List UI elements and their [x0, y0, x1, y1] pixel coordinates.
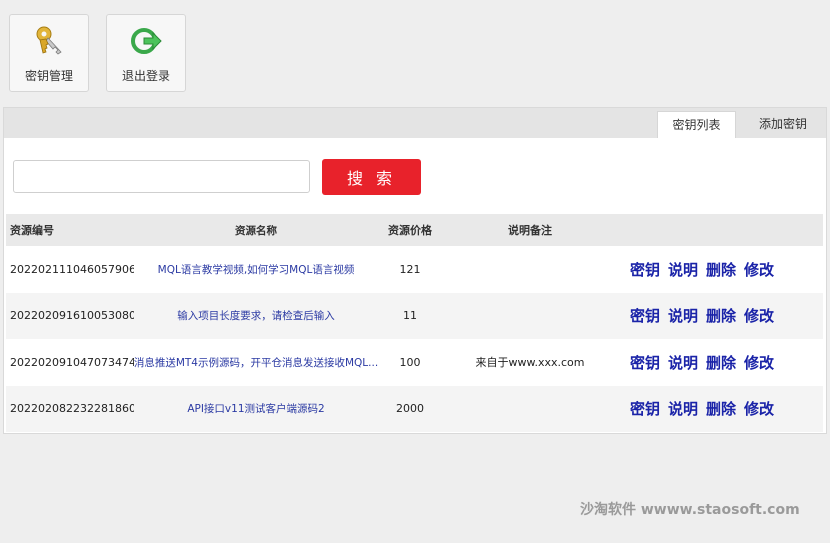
key-manage-label: 密钥管理: [24, 69, 73, 83]
search-input[interactable]: [13, 160, 310, 193]
delete-link[interactable]: 删除: [706, 398, 736, 419]
row-price: 11: [403, 309, 417, 323]
row-name[interactable]: 输入项目长度要求，请检查后输入: [130, 293, 382, 340]
delete-link[interactable]: 删除: [706, 259, 736, 280]
row-name[interactable]: MQL语言教学视频,如何学习MQL语言视频: [130, 246, 382, 293]
search-button[interactable]: 搜 索: [322, 159, 421, 195]
desc-link[interactable]: 说明: [668, 305, 698, 326]
row-actions: 密钥 说明 删除 修改: [630, 246, 810, 293]
table-row: 202202111046057906 MQL语言教学视频,如何学习MQL语言视频…: [6, 246, 823, 293]
row-id: 202202091610053080: [10, 309, 134, 323]
row-id: 202202091047073474: [10, 355, 134, 369]
tab-bar: 密钥列表 添加密钥: [4, 108, 826, 138]
logout-icon: [131, 28, 162, 54]
key-link[interactable]: 密钥: [630, 259, 660, 280]
table-row: 202202082232281860 API接口v11测试客户端源码2 2000…: [6, 385, 823, 433]
desc-link[interactable]: 说明: [668, 259, 698, 280]
row-actions: 密钥 说明 删除 修改: [630, 386, 810, 433]
key-link[interactable]: 密钥: [630, 398, 660, 419]
desc-link[interactable]: 说明: [668, 352, 698, 373]
tab-add-key[interactable]: 添加密钥: [740, 111, 826, 138]
logout-button[interactable]: 退出登录: [106, 14, 186, 92]
key-link[interactable]: 密钥: [630, 305, 660, 326]
key-table: 资源编号 资源名称 资源价格 说明备注 202202111046057906 M…: [6, 214, 823, 432]
row-name[interactable]: API接口v11测试客户端源码2: [130, 386, 382, 433]
watermark: 沙淘软件 wwww.staosoft.com: [580, 502, 800, 518]
header-name: 资源名称: [235, 224, 277, 237]
row-name[interactable]: 消息推送MT4示例源码，开平仓消息发送接收MQL...: [130, 339, 382, 386]
edit-link[interactable]: 修改: [744, 352, 774, 373]
tab-key-list[interactable]: 密钥列表: [657, 111, 736, 138]
table-header: 资源编号 资源名称 资源价格 说明备注: [6, 214, 823, 246]
table-row: 202202091047073474 消息推送MT4示例源码，开平仓消息发送接收…: [6, 339, 823, 386]
logout-label: 退出登录: [121, 69, 170, 83]
edit-link[interactable]: 修改: [744, 259, 774, 280]
key-manage-button[interactable]: 密钥管理: [9, 14, 89, 92]
header-price: 资源价格: [388, 224, 432, 237]
delete-link[interactable]: 删除: [706, 305, 736, 326]
row-note: [450, 386, 610, 433]
edit-link[interactable]: 修改: [744, 398, 774, 419]
header-id: 资源编号: [10, 224, 54, 237]
row-price: 2000: [396, 402, 424, 416]
delete-link[interactable]: 删除: [706, 352, 736, 373]
row-price: 121: [399, 262, 421, 276]
row-note: [450, 293, 610, 340]
header-note: 说明备注: [508, 224, 552, 237]
row-actions: 密钥 说明 删除 修改: [630, 339, 810, 386]
row-id: 202202111046057906: [10, 262, 134, 276]
row-actions: 密钥 说明 删除 修改: [630, 293, 810, 340]
edit-link[interactable]: 修改: [744, 305, 774, 326]
key-list-panel: 密钥列表 添加密钥 搜 索 资源编号 资源名称 资源价格 说明备注 202202…: [3, 107, 827, 434]
row-note: 来自于www.xxx.com: [475, 356, 585, 370]
row-note: [450, 246, 610, 293]
keys-icon: [36, 26, 62, 55]
desc-link[interactable]: 说明: [668, 398, 698, 419]
key-link[interactable]: 密钥: [630, 352, 660, 373]
row-id: 202202082232281860: [10, 402, 134, 416]
table-row: 202202091610053080 输入项目长度要求，请检查后输入 11 密钥…: [6, 292, 823, 340]
row-price: 100: [399, 355, 421, 369]
